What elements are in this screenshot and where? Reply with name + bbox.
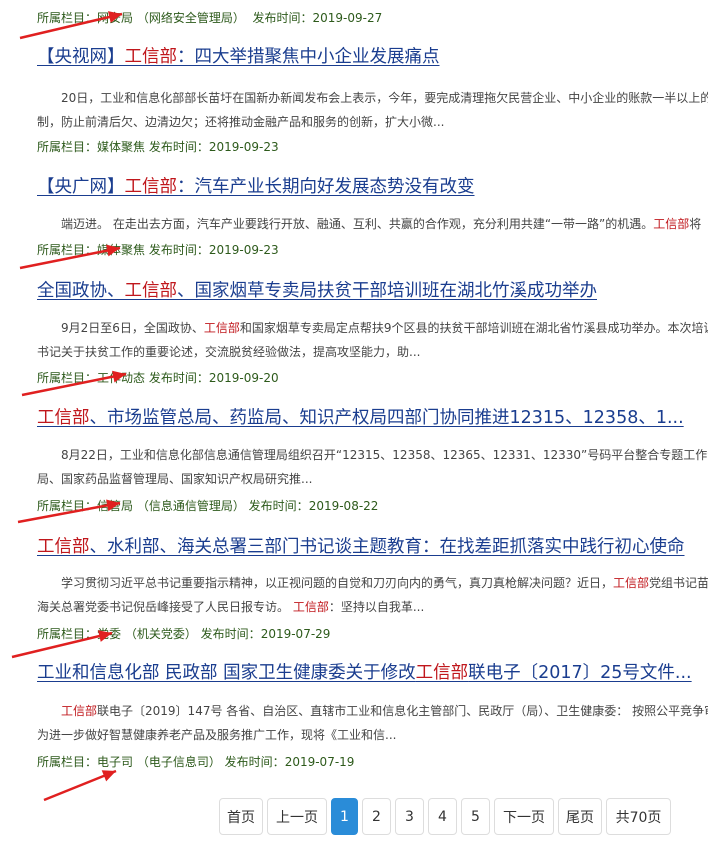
page-button-1[interactable]: 1 — [331, 798, 358, 835]
page-button-5[interactable]: 5 — [461, 798, 490, 835]
annotation-arrow-head — [107, 11, 122, 23]
annotation-arrow-head — [97, 630, 112, 642]
prev-page-button[interactable]: 上一页 — [267, 798, 327, 835]
page-button-3[interactable]: 3 — [395, 798, 424, 835]
pagination: 首页 上一页 1 2 3 4 5 下一页 尾页 共70页 — [219, 798, 671, 837]
annotation-arrow-shaft — [19, 246, 121, 270]
annotation-arrow-shaft — [19, 12, 123, 40]
page-button-2[interactable]: 2 — [362, 798, 391, 835]
annotation-arrows — [11, 11, 127, 802]
page-button-4[interactable]: 4 — [428, 798, 457, 835]
annotation-arrow-shaft — [11, 631, 113, 659]
first-page-button[interactable]: 首页 — [219, 798, 263, 835]
annotation-arrow-head — [106, 499, 120, 512]
annotation-arrow-shaft — [21, 372, 127, 397]
total-pages: 共70页 — [606, 798, 671, 835]
next-page-button[interactable]: 下一页 — [494, 798, 554, 835]
annotation-arrow-head — [106, 244, 120, 257]
last-page-button[interactable]: 尾页 — [558, 798, 602, 835]
annotation-arrow-shaft — [17, 501, 121, 524]
annotation-arrow-head — [112, 370, 126, 383]
